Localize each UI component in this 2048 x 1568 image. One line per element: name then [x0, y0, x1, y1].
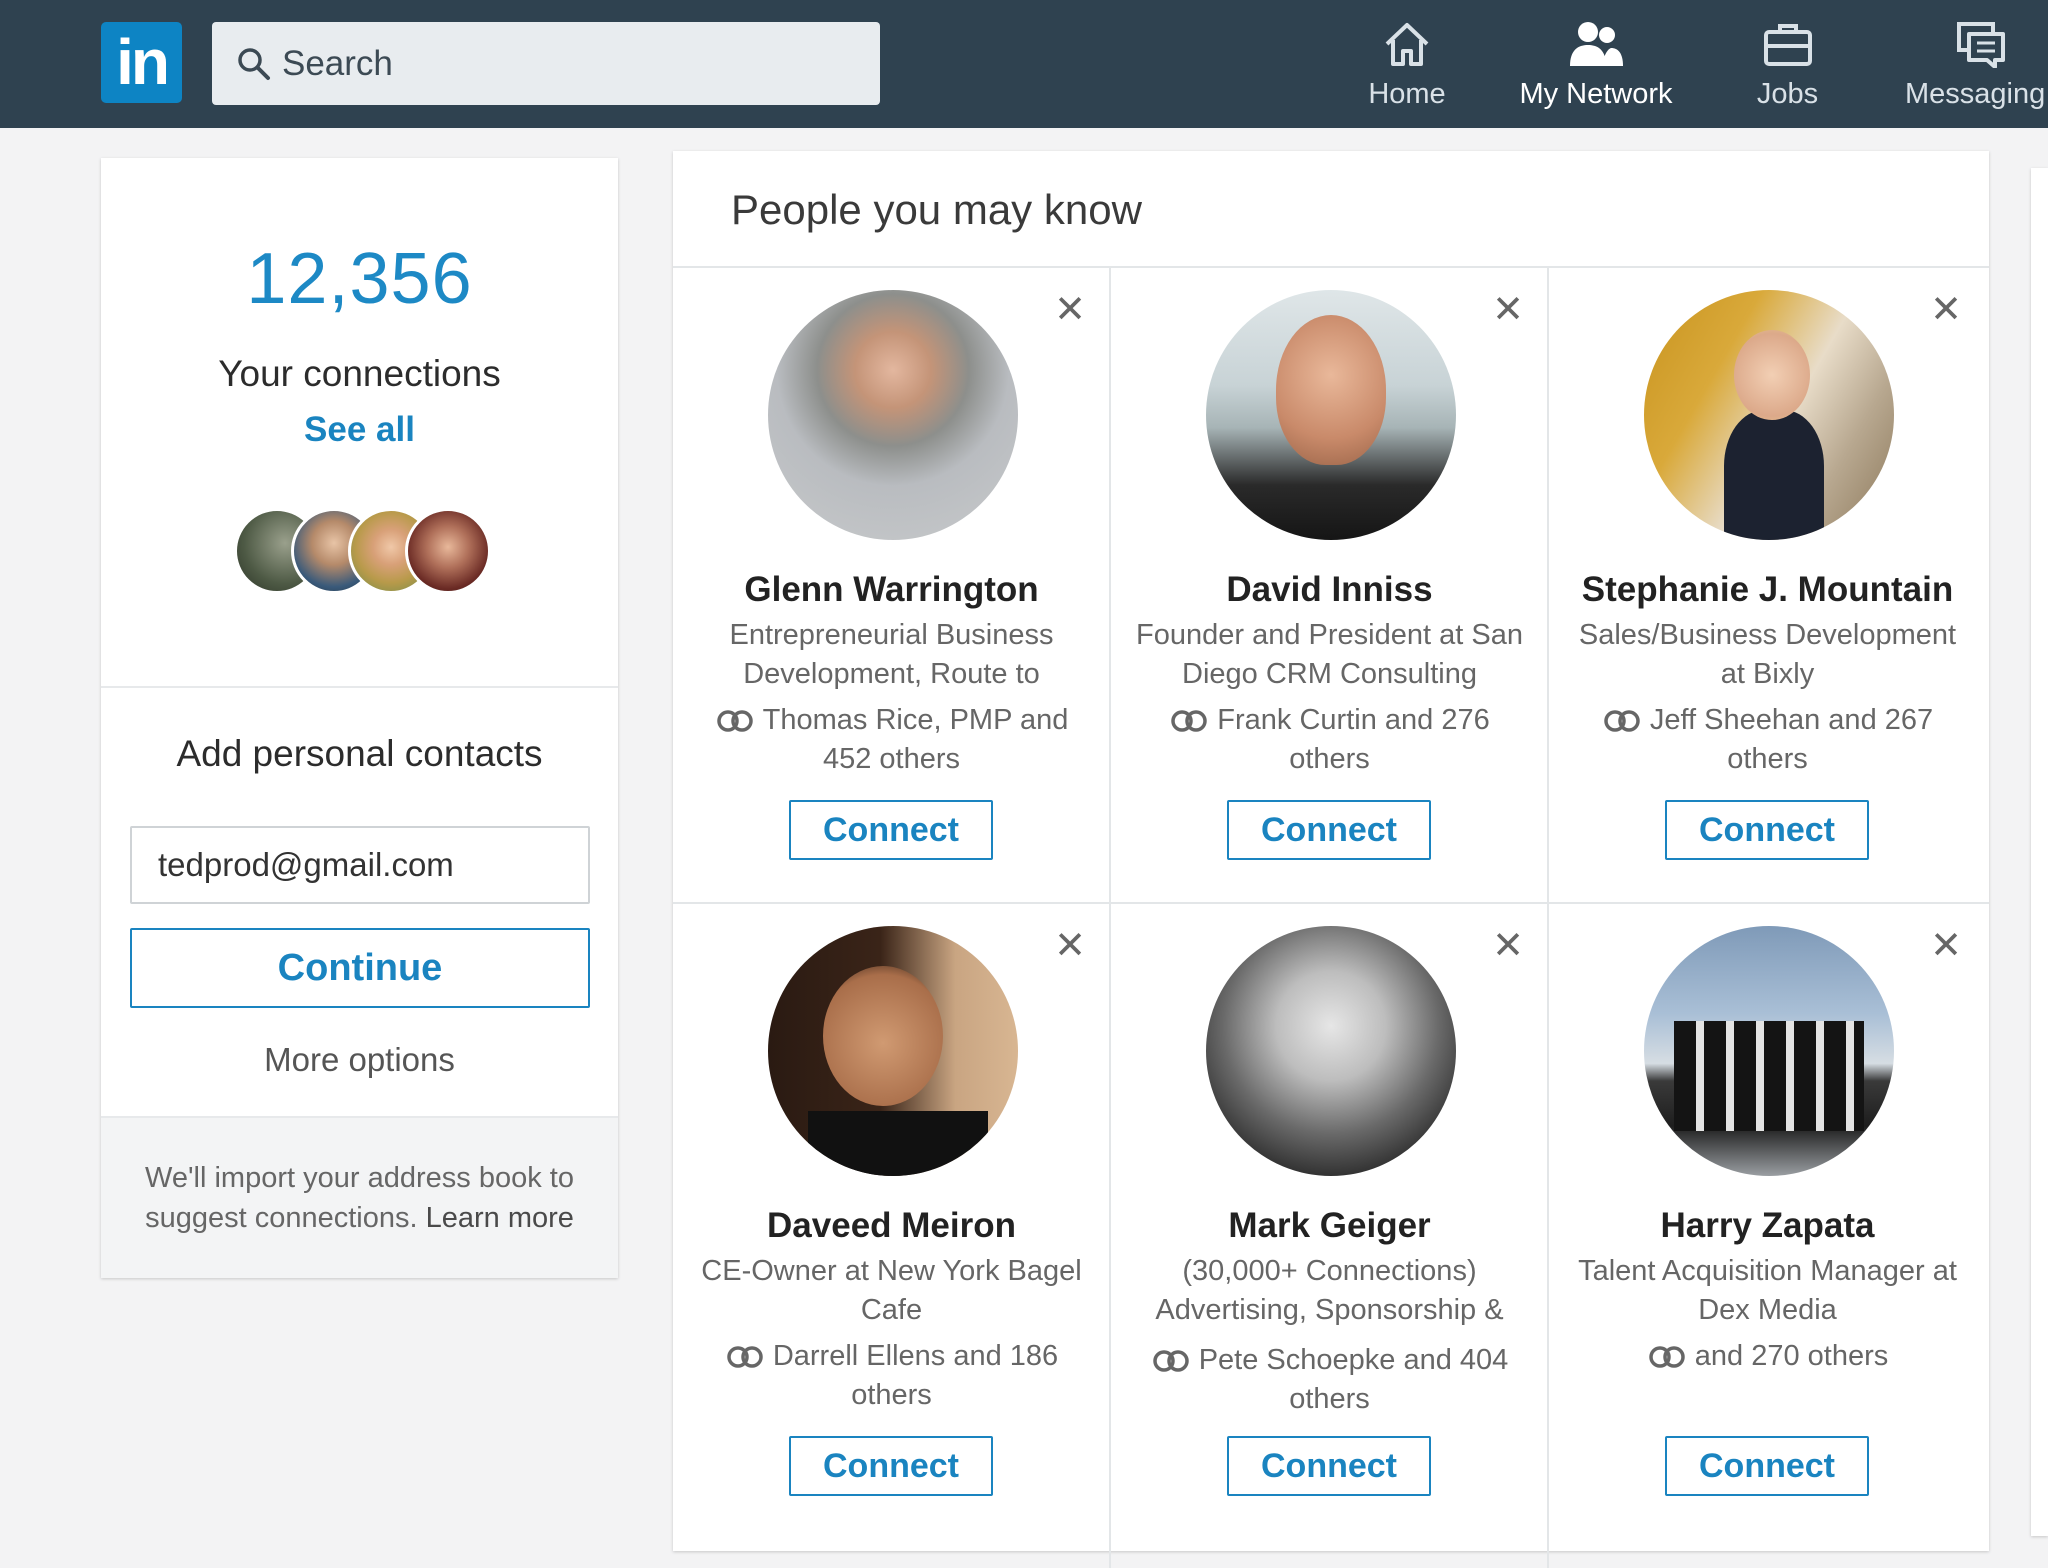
connection-avatars[interactable] — [234, 508, 494, 598]
shared-connections-icon — [1152, 1350, 1189, 1373]
mutual-text: Jeff Sheehan and 267 others — [1649, 704, 1934, 775]
person-card: ✕ David Inniss Founder and President at … — [1111, 268, 1548, 902]
close-icon[interactable]: ✕ — [1926, 926, 1966, 966]
close-icon[interactable]: ✕ — [1488, 290, 1528, 330]
profile-photo[interactable] — [1206, 926, 1456, 1176]
avatar — [405, 508, 491, 594]
connect-button[interactable]: Connect — [1665, 1436, 1869, 1496]
top-navigation-bar: in Search Home My Network Jobs Messaging — [0, 0, 2048, 128]
person-headline: Sales/Business Development at Bixly — [1578, 619, 1957, 690]
profile-photo[interactable] — [768, 926, 1018, 1176]
see-all-link[interactable]: See all — [101, 410, 618, 450]
mutual-connections: and 270 others — [1574, 1337, 1961, 1376]
shared-connections-icon — [727, 1346, 763, 1369]
home-icon — [1385, 23, 1429, 66]
close-icon[interactable]: ✕ — [1926, 290, 1966, 330]
more-options-link[interactable]: More options — [101, 1041, 618, 1079]
person-card: ✕ Harry Zapata Talent Acquisition Manage… — [1549, 904, 1986, 1538]
connect-button[interactable]: Connect — [1227, 800, 1431, 860]
right-column-card — [2031, 168, 2048, 1536]
mutual-text: Thomas Rice, PMP and 452 others — [762, 704, 1069, 775]
profile-photo[interactable] — [1644, 290, 1894, 540]
messaging-icon — [1957, 22, 2005, 68]
nav-my-network-label: My Network — [1519, 78, 1673, 110]
nav-messaging-label: Messaging — [1905, 78, 2046, 110]
connect-button[interactable]: Connect — [789, 1436, 993, 1496]
close-icon[interactable]: ✕ — [1050, 290, 1090, 330]
learn-more-link[interactable]: Learn more — [426, 1202, 574, 1234]
person-card: ✕ Glenn Warrington Entrepreneurial Busin… — [673, 268, 1110, 902]
mutual-text: Frank Curtin and 276 others — [1217, 704, 1490, 775]
continue-button[interactable]: Continue — [130, 928, 590, 1008]
person-headline: CE-Owner at New York Bagel Cafe — [701, 1255, 1082, 1326]
person-name[interactable]: Mark Geiger — [1111, 1206, 1548, 1246]
shared-connections-icon — [1649, 1346, 1685, 1369]
divider — [101, 1116, 618, 1118]
connections-count: 12,356 — [246, 239, 473, 319]
person-name[interactable]: Daveed Meiron — [673, 1206, 1110, 1246]
mutual-text: and 270 others — [1694, 1340, 1889, 1372]
connect-button[interactable]: Connect — [1665, 800, 1869, 860]
person-card: ✕ Daveed Meiron CE-Owner at New York Bag… — [673, 904, 1110, 1538]
person-name[interactable]: Glenn Warrington — [673, 570, 1110, 610]
nav-my-network[interactable]: My Network — [1516, 20, 1676, 120]
mutual-text: Darrell Ellens and 186 others — [772, 1340, 1059, 1411]
person-card: ✕ Stephanie J. Mountain Sales/Business D… — [1549, 268, 1986, 902]
mutual-connections: Darrell Ellens and 186 others — [698, 1337, 1085, 1415]
nav-messaging[interactable]: Messaging — [1905, 20, 2048, 120]
face-shape — [823, 966, 943, 1106]
email-field[interactable] — [130, 826, 590, 904]
search-placeholder: Search — [282, 44, 393, 83]
nav-jobs[interactable]: Jobs — [1745, 20, 1830, 120]
profile-photo[interactable] — [1644, 926, 1894, 1176]
jacket-shape — [808, 1111, 988, 1176]
connect-button[interactable]: Connect — [1227, 1436, 1431, 1496]
face-shape — [1734, 330, 1810, 420]
shared-connections-icon — [716, 710, 753, 733]
import-info-text: We'll import your address book to sugges… — [131, 1158, 588, 1238]
connect-button[interactable]: Connect — [789, 800, 993, 860]
shared-connections-icon — [1171, 710, 1208, 733]
search-input[interactable]: Search — [212, 22, 880, 105]
close-icon[interactable]: ✕ — [1488, 926, 1528, 966]
section-title: People you may know — [731, 186, 1142, 233]
mutual-connections: Pete Schoepke and 404 others — [1136, 1341, 1523, 1419]
face-shape — [1276, 315, 1386, 465]
jacket-shape — [1724, 410, 1824, 540]
search-icon — [238, 48, 270, 80]
connections-sidebar-card: 12,356 Your connections See all Add pers… — [101, 158, 618, 1278]
group-shape — [1674, 1021, 1864, 1131]
briefcase-icon — [1763, 24, 1812, 66]
mutual-connections: Thomas Rice, PMP and 452 others — [698, 701, 1085, 779]
mutual-connections: Frank Curtin and 276 others — [1136, 701, 1523, 779]
divider — [101, 686, 618, 688]
mutual-text: Pete Schoepke and 404 others — [1198, 1344, 1509, 1415]
nav-home[interactable]: Home — [1362, 20, 1452, 120]
mutual-connections: Jeff Sheehan and 267 others — [1574, 701, 1961, 779]
nav-home-label: Home — [1368, 78, 1446, 110]
nav-jobs-label: Jobs — [1756, 78, 1819, 110]
close-icon[interactable]: ✕ — [1050, 926, 1090, 966]
person-headline: Founder and President at San Diego CRM C… — [1136, 619, 1523, 690]
add-contacts-title: Add personal contacts — [176, 733, 543, 774]
shared-connections-icon — [1604, 710, 1640, 733]
network-icon — [1570, 22, 1623, 66]
person-headline: Entrepreneurial Business Development, Ro… — [729, 619, 1054, 690]
connections-label: Your connections — [218, 353, 501, 394]
person-name[interactable]: Stephanie J. Mountain — [1549, 570, 1986, 610]
person-name[interactable]: Harry Zapata — [1549, 1206, 1986, 1246]
profile-photo[interactable] — [1206, 290, 1456, 540]
person-card: ✕ Mark Geiger (30,000+ Connections) Adve… — [1111, 904, 1548, 1538]
people-you-may-know-card: People you may know ✕ Glenn Warrington E… — [673, 151, 1989, 1568]
person-name[interactable]: David Inniss — [1111, 570, 1548, 610]
person-headline: Talent Acquisition Manager at Dex Media — [1578, 1255, 1957, 1326]
profile-photo[interactable] — [768, 290, 1018, 540]
linkedin-logo[interactable]: in — [101, 22, 182, 103]
person-headline: (30,000+ Connections) Advertising, Spons… — [1155, 1255, 1504, 1326]
